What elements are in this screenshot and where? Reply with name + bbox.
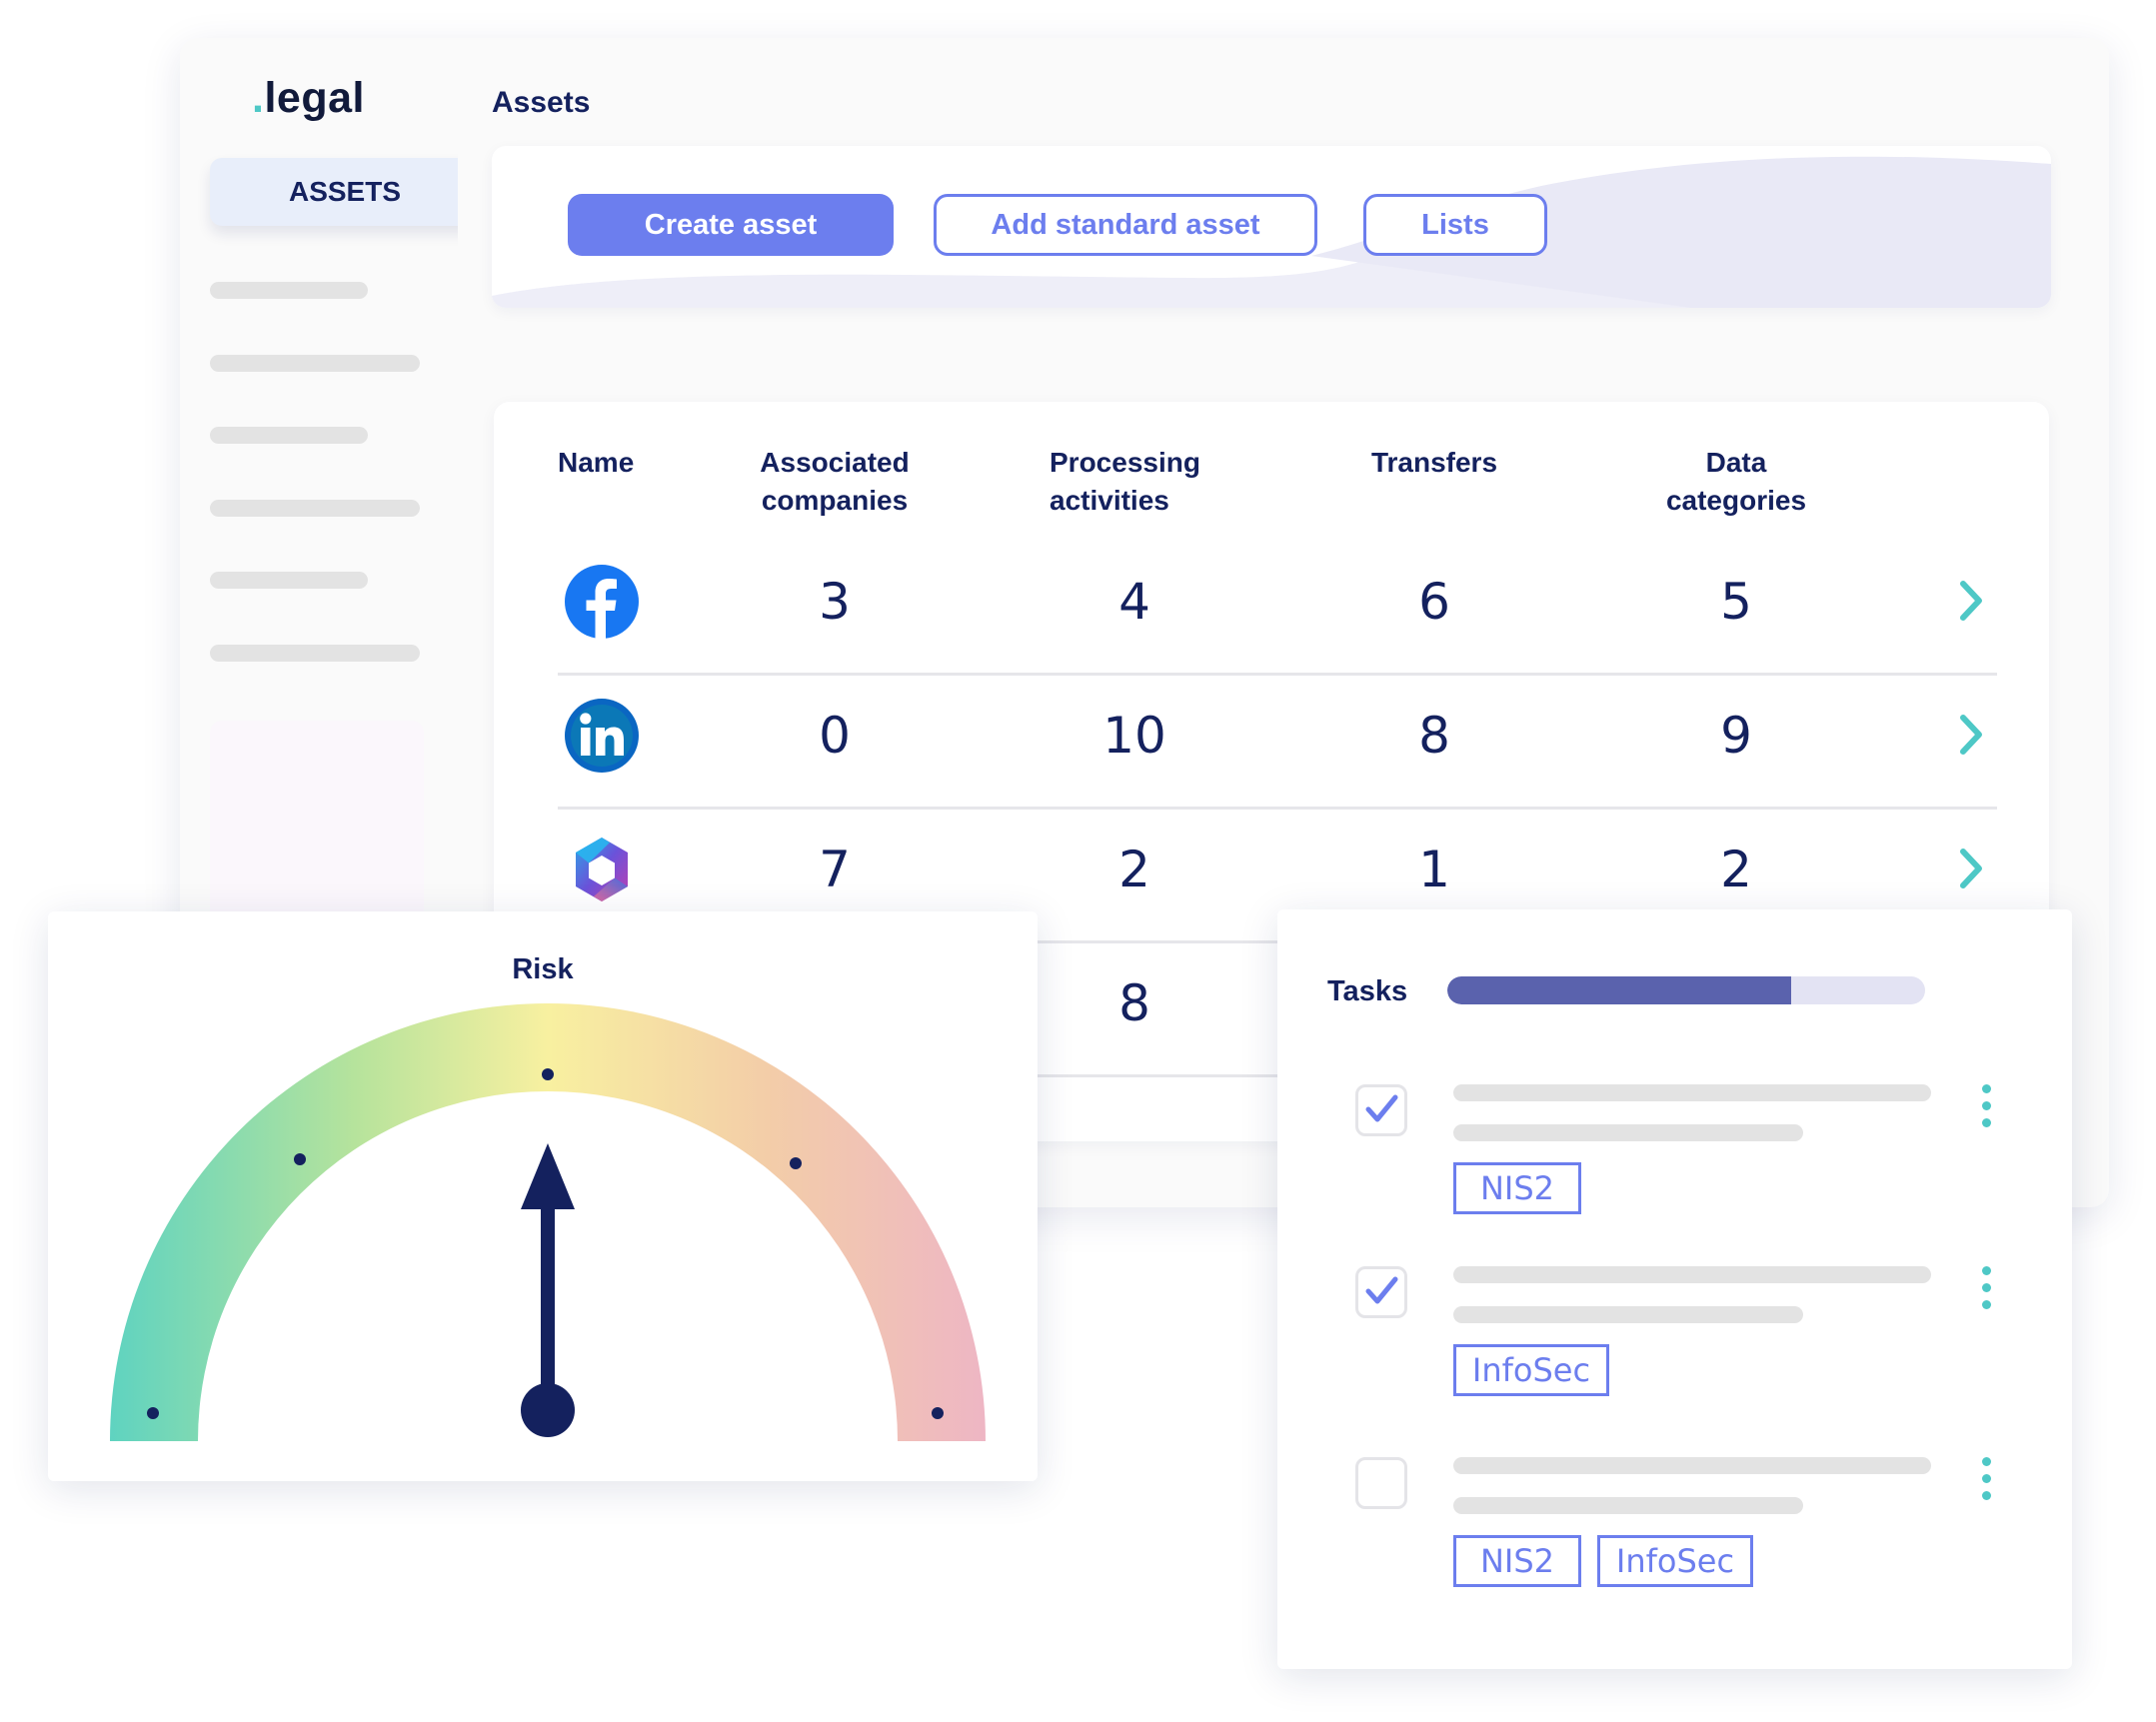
task-tag[interactable]: InfoSec xyxy=(1597,1535,1753,1587)
data-categories-value: 5 xyxy=(1720,573,1752,631)
chevron-right-icon[interactable] xyxy=(1951,844,1991,893)
risk-gauge xyxy=(110,1003,986,1441)
task-checkbox[interactable] xyxy=(1355,1266,1407,1318)
transfers-value: 8 xyxy=(1418,707,1450,765)
task-tag[interactable]: InfoSec xyxy=(1453,1344,1609,1396)
create-asset-button[interactable]: Create asset xyxy=(568,194,894,256)
sidebar-item-placeholder[interactable] xyxy=(210,572,368,589)
processing-activities-value: 2 xyxy=(1118,841,1150,898)
data-categories-value: 9 xyxy=(1720,707,1752,765)
task-title-placeholder xyxy=(1453,1084,1931,1101)
gauge-tick-dot xyxy=(542,1068,554,1080)
add-standard-asset-button[interactable]: Add standard asset xyxy=(934,194,1317,256)
more-options-icon[interactable] xyxy=(1977,1084,1997,1134)
column-header-processing-activities[interactable]: Processing activities xyxy=(1050,444,1219,520)
risk-card: Risk xyxy=(48,911,1038,1481)
task-item[interactable]: NIS2 InfoSec xyxy=(1277,1457,2072,1627)
lists-button[interactable]: Lists xyxy=(1363,194,1547,256)
header-line: Data xyxy=(1705,447,1767,478)
column-header-associated-companies[interactable]: Associated companies xyxy=(750,444,920,520)
microsoft365-logo-icon xyxy=(576,838,628,901)
column-header-name[interactable]: Name xyxy=(558,444,634,482)
associated-companies-value: 0 xyxy=(819,707,851,765)
task-item[interactable]: NIS2 xyxy=(1277,1084,2072,1254)
associated-companies-value: 3 xyxy=(819,573,851,631)
sidebar-item-placeholder[interactable] xyxy=(210,282,368,299)
gauge-tick-dot xyxy=(294,1153,306,1165)
task-subtitle-placeholder xyxy=(1453,1124,1803,1141)
table-row[interactable]: 0 10 8 9 xyxy=(494,676,2049,811)
task-item[interactable]: InfoSec xyxy=(1277,1266,2072,1436)
toolbar: Create asset Add standard asset Lists xyxy=(492,146,2051,308)
checkmark-icon xyxy=(1365,1276,1398,1304)
sidebar-item-assets[interactable]: ASSETS xyxy=(210,158,480,226)
more-options-icon[interactable] xyxy=(1977,1266,1997,1316)
page-title: Assets xyxy=(492,86,591,119)
task-title-placeholder xyxy=(1453,1266,1931,1283)
processing-activities-value: 4 xyxy=(1118,573,1150,631)
task-checkbox[interactable] xyxy=(1355,1084,1407,1136)
header-line: Associated xyxy=(760,447,910,478)
sidebar-item-placeholder[interactable] xyxy=(210,427,368,444)
linkedin-logo-icon xyxy=(565,699,639,773)
sidebar-item-placeholder[interactable] xyxy=(210,500,420,517)
tasks-card: Tasks NIS2 InfoSec NIS2 InfoSec xyxy=(1277,909,2072,1669)
header-line: Processing xyxy=(1050,447,1200,478)
tasks-title: Tasks xyxy=(1327,975,1408,1007)
task-subtitle-placeholder xyxy=(1453,1306,1803,1323)
processing-activities-value: 8 xyxy=(1118,974,1150,1032)
task-checkbox[interactable] xyxy=(1355,1457,1407,1509)
tasks-progress-fill xyxy=(1447,976,1792,1004)
brand-logo: .legal xyxy=(252,74,365,122)
checkmark-icon xyxy=(1365,1094,1398,1122)
task-subtitle-placeholder xyxy=(1453,1497,1803,1514)
header-line: activities xyxy=(1050,485,1169,516)
sidebar-item-placeholder[interactable] xyxy=(210,645,420,662)
sidebar-card-placeholder xyxy=(210,721,424,940)
column-header-transfers[interactable]: Transfers xyxy=(1349,444,1519,482)
task-title-placeholder xyxy=(1453,1457,1931,1474)
tasks-progress-bar xyxy=(1447,976,1925,1004)
gauge-tick-dot xyxy=(932,1407,944,1419)
header-line: categories xyxy=(1665,485,1807,516)
sidebar-item-placeholder[interactable] xyxy=(210,355,420,372)
gauge-needle xyxy=(521,1143,575,1413)
gauge-tick-dot xyxy=(147,1407,159,1419)
table-row[interactable]: 3 4 6 5 xyxy=(494,542,2049,677)
chevron-right-icon[interactable] xyxy=(1951,710,1991,760)
task-tag[interactable]: NIS2 xyxy=(1453,1162,1581,1214)
processing-activities-value: 10 xyxy=(1102,707,1166,765)
gauge-tick-dot xyxy=(790,1157,802,1169)
more-options-icon[interactable] xyxy=(1977,1457,1997,1507)
facebook-logo-icon xyxy=(565,565,639,640)
header-line: companies xyxy=(761,485,909,516)
task-tag[interactable]: NIS2 xyxy=(1453,1535,1581,1587)
chevron-right-icon[interactable] xyxy=(1951,576,1991,626)
column-header-data-categories[interactable]: Data categories xyxy=(1651,444,1821,520)
gauge-needle-pivot xyxy=(521,1383,575,1437)
transfers-value: 6 xyxy=(1418,573,1450,631)
